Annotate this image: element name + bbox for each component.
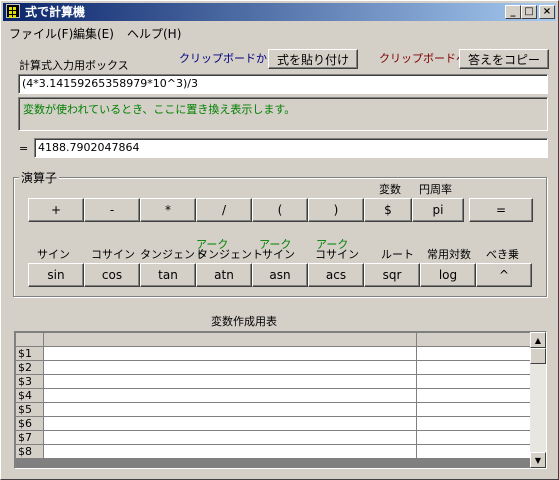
substitution-display: 変数が使われているとき、ここに置き換え表示します。 bbox=[18, 97, 548, 131]
table-header-row bbox=[15, 332, 532, 347]
app-icon bbox=[6, 4, 20, 18]
table-cell[interactable] bbox=[43, 430, 417, 445]
op-divide-button[interactable]: / bbox=[196, 198, 252, 222]
column-header-name[interactable] bbox=[43, 332, 417, 347]
table-vertical-scrollbar[interactable]: ▲ ▼ bbox=[530, 332, 546, 468]
fn-atn-button[interactable]: atn bbox=[196, 263, 252, 287]
op-close-paren-button[interactable]: ) bbox=[308, 198, 364, 222]
table-cell[interactable] bbox=[416, 388, 532, 403]
table-cell[interactable] bbox=[416, 374, 532, 389]
table-cell[interactable] bbox=[43, 444, 417, 459]
scroll-up-button[interactable]: ▲ bbox=[530, 332, 546, 348]
column-header-value[interactable] bbox=[416, 332, 532, 347]
fn-sqr-button[interactable]: sqr bbox=[364, 263, 420, 287]
row-header: $2 bbox=[15, 360, 44, 375]
fn-cos-button[interactable]: cos bbox=[84, 263, 140, 287]
sqr-caption: ルート bbox=[381, 248, 414, 261]
copy-answer-button[interactable]: 答えをコピー bbox=[459, 49, 549, 69]
row-header: $6 bbox=[15, 416, 44, 431]
fn-asn-button[interactable]: asn bbox=[252, 263, 308, 287]
cos-caption: コサイン bbox=[91, 248, 135, 261]
minimize-button[interactable]: _ bbox=[505, 5, 521, 19]
op-equals-button[interactable]: = bbox=[469, 198, 533, 222]
menu-file[interactable]: ファイル(F) bbox=[9, 25, 73, 42]
arrow-down-icon: ▼ bbox=[534, 455, 542, 465]
table-cell[interactable] bbox=[416, 360, 532, 375]
op-variable-button[interactable]: $ bbox=[364, 198, 412, 222]
table-cell[interactable] bbox=[416, 444, 532, 459]
table-row[interactable]: $6 bbox=[15, 416, 532, 431]
expression-input-label: 計算式入力用ボックス bbox=[19, 59, 129, 72]
sin-caption: サイン bbox=[37, 248, 70, 261]
calculator-window: 式で計算機 _ □ × ファイル(F) 編集(E) ヘルプ(H) 計算式入力用ボ… bbox=[0, 0, 559, 480]
table-row[interactable]: $3 bbox=[15, 374, 532, 389]
pi-caption: 円周率 bbox=[419, 183, 452, 196]
menu-bar: ファイル(F) 編集(E) ヘルプ(H) bbox=[3, 22, 556, 41]
atn-caption: タンジェント bbox=[197, 248, 263, 261]
op-multiply-button[interactable]: * bbox=[140, 198, 196, 222]
equals-label: = bbox=[19, 142, 29, 155]
operators-group-title: 演算子 bbox=[19, 169, 60, 186]
row-header: $5 bbox=[15, 402, 44, 417]
log-caption: 常用対数 bbox=[427, 248, 471, 261]
table-row[interactable]: $2 bbox=[15, 360, 532, 375]
window-title: 式で計算機 bbox=[25, 5, 86, 19]
menu-edit[interactable]: 編集(E) bbox=[73, 25, 114, 42]
table-cell[interactable] bbox=[43, 346, 417, 361]
table-row[interactable]: $8 bbox=[15, 444, 532, 459]
table-cell[interactable] bbox=[43, 416, 417, 431]
table-cell[interactable] bbox=[43, 402, 417, 417]
power-caption: べき乗 bbox=[486, 248, 519, 261]
table-row[interactable]: $5 bbox=[15, 402, 532, 417]
op-plus-button[interactable]: + bbox=[28, 198, 84, 222]
row-header: $7 bbox=[15, 430, 44, 445]
row-header: $3 bbox=[15, 374, 44, 389]
fn-acs-button[interactable]: acs bbox=[308, 263, 364, 287]
table-row[interactable]: $4 bbox=[15, 388, 532, 403]
table-cell[interactable] bbox=[43, 360, 417, 375]
result-field[interactable]: 4188.7902047864 bbox=[34, 138, 548, 158]
corner-cell bbox=[15, 332, 44, 347]
table-row[interactable]: $7 bbox=[15, 430, 532, 445]
variable-table[interactable]: $1 $2 $3 $4 $5 $6 $7 $8 ▲ ▼ bbox=[14, 331, 547, 469]
fn-power-button[interactable]: ^ bbox=[476, 263, 532, 287]
table-cell[interactable] bbox=[43, 388, 417, 403]
row-header: $1 bbox=[15, 346, 44, 361]
expression-input[interactable]: (4*3.14159265358979*10^3)/3 bbox=[18, 74, 548, 94]
variable-caption: 変数 bbox=[379, 183, 401, 196]
table-cell[interactable] bbox=[416, 402, 532, 417]
arrow-up-icon: ▲ bbox=[534, 335, 542, 345]
clipboard-to-label: クリップボードへ bbox=[379, 52, 467, 65]
row-header: $8 bbox=[15, 444, 44, 459]
clipboard-from-label: クリップボードから bbox=[179, 52, 278, 65]
fn-log-button[interactable]: log bbox=[420, 263, 476, 287]
op-open-paren-button[interactable]: ( bbox=[252, 198, 308, 222]
scroll-thumb[interactable] bbox=[530, 348, 546, 364]
row-header: $4 bbox=[15, 388, 44, 403]
maximize-icon: □ bbox=[524, 6, 534, 17]
minimize-icon: _ bbox=[510, 6, 516, 17]
table-cell[interactable] bbox=[43, 374, 417, 389]
acs-caption: コサイン bbox=[315, 248, 359, 261]
fn-sin-button[interactable]: sin bbox=[28, 263, 84, 287]
menu-help[interactable]: ヘルプ(H) bbox=[127, 25, 181, 42]
table-row[interactable]: $1 bbox=[15, 346, 532, 361]
close-icon: × bbox=[542, 6, 552, 17]
variable-table-title: 変数作成用表 bbox=[211, 315, 277, 328]
title-bar[interactable]: 式で計算機 _ □ × bbox=[3, 3, 556, 21]
asn-caption: サイン bbox=[262, 248, 295, 261]
table-cell[interactable] bbox=[416, 430, 532, 445]
op-pi-button[interactable]: pi bbox=[412, 198, 464, 222]
close-button[interactable]: × bbox=[539, 5, 555, 19]
maximize-button[interactable]: □ bbox=[521, 5, 537, 19]
scroll-down-button[interactable]: ▼ bbox=[530, 452, 546, 468]
op-minus-button[interactable]: - bbox=[84, 198, 140, 222]
table-cell[interactable] bbox=[416, 346, 532, 361]
paste-expression-button[interactable]: 式を貼り付け bbox=[268, 49, 358, 69]
fn-tan-button[interactable]: tan bbox=[140, 263, 196, 287]
table-cell[interactable] bbox=[416, 416, 532, 431]
